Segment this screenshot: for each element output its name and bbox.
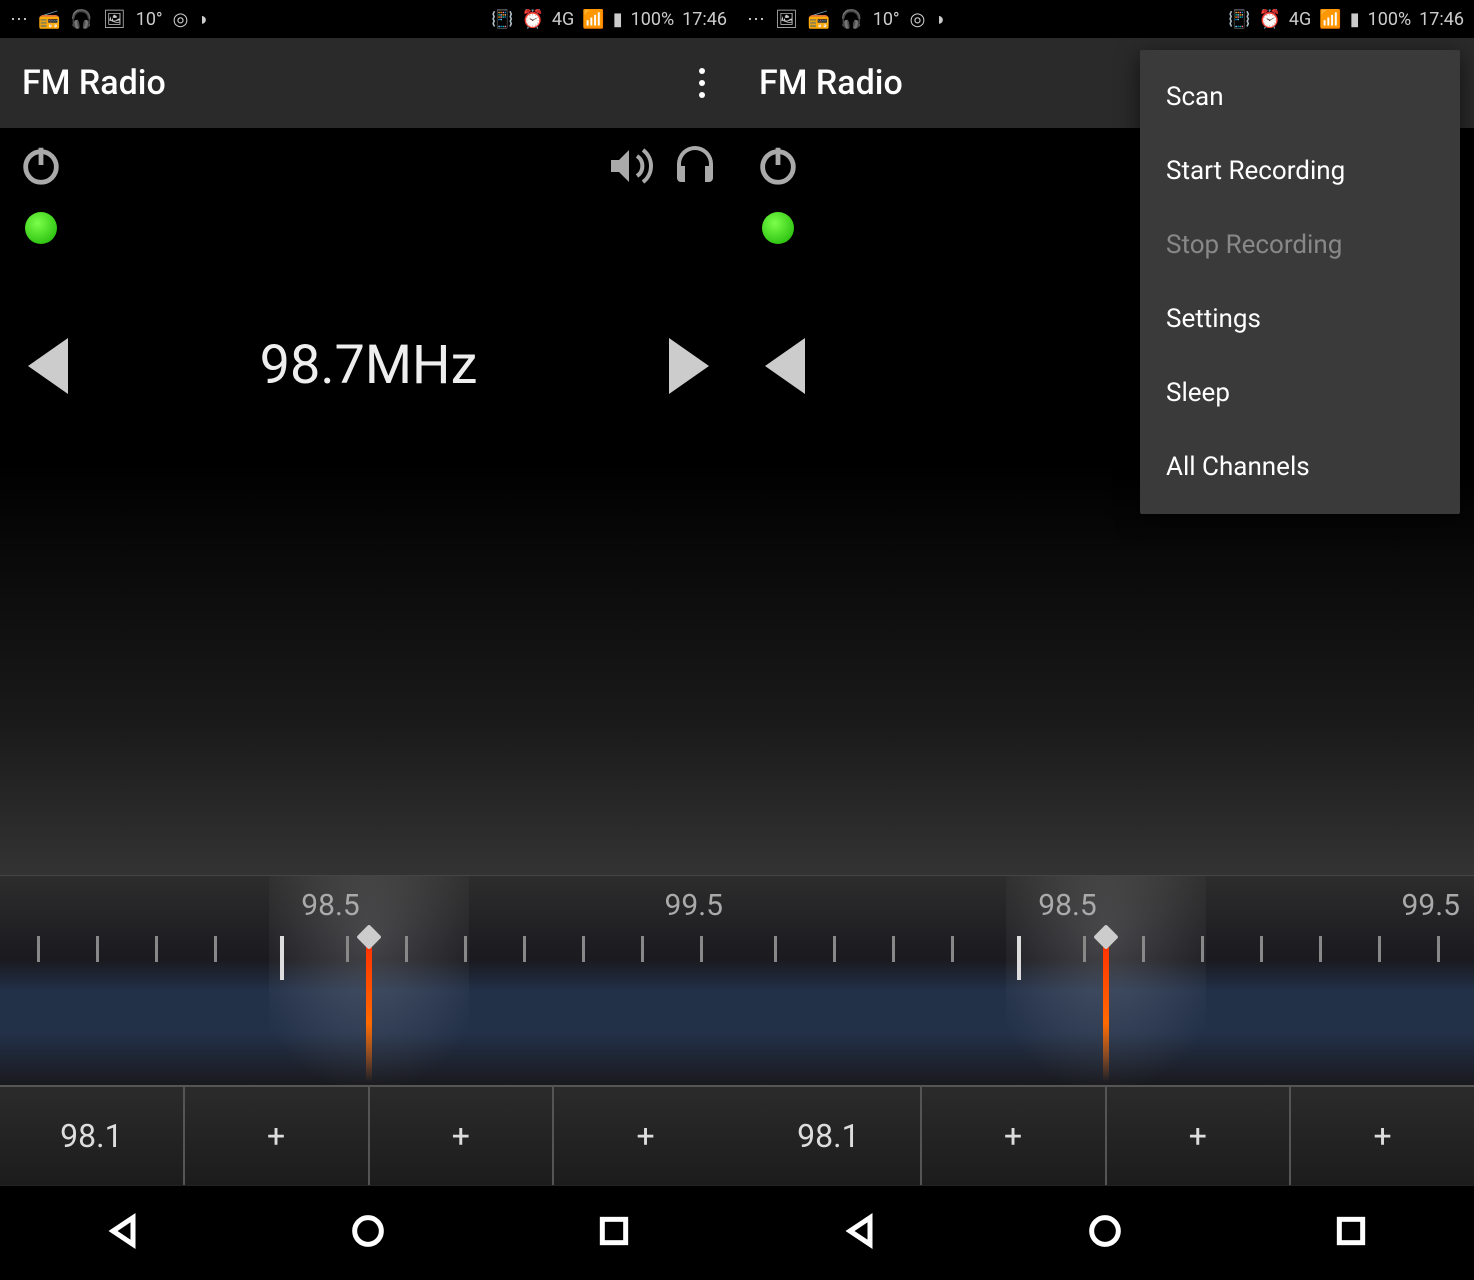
battery-percent: 100% (1368, 9, 1412, 30)
prev-station-button[interactable] (28, 338, 68, 394)
notification-icon: ⋯ (747, 9, 765, 30)
recent-apps-button[interactable] (594, 1211, 634, 1255)
frequency-display: 98.7MHz (260, 334, 478, 397)
battery-percent: 100% (631, 9, 675, 30)
tuner-dial[interactable]: 98.5 99.5 (737, 875, 1474, 1085)
headphone-button[interactable] (671, 142, 719, 194)
instagram-icon: ◎ (910, 9, 926, 30)
tuner-dial[interactable]: 98.5 99.5 (0, 875, 737, 1085)
dial-label-center: 98.5 (1038, 888, 1097, 923)
record-indicator (25, 212, 57, 244)
menu-sleep[interactable]: Sleep (1140, 356, 1460, 430)
status-bar: ⋯ 📻 🎧 🖼 10° ◎ ◗ 📳 ⏰ 4G 📶 ▮ 100% 17:46 (0, 0, 737, 38)
preset-1[interactable]: 98.1 (737, 1087, 922, 1185)
alarm-icon: ⏰ (1258, 9, 1280, 30)
instagram-icon: ◎ (173, 9, 189, 30)
menu-start-recording[interactable]: Start Recording (1140, 134, 1460, 208)
app-icon: ◗ (198, 9, 209, 30)
signal-4g-icon: 4G (552, 9, 574, 30)
preset-row: 98.1 + + + (0, 1085, 737, 1185)
back-button[interactable] (840, 1211, 880, 1255)
home-button[interactable] (1085, 1211, 1125, 1255)
preset-2[interactable]: + (185, 1087, 370, 1185)
signal-icon: 📶 (582, 9, 604, 30)
dial-label-right: 99.5 (665, 888, 724, 923)
dial-label-right: 99.5 (1402, 888, 1461, 923)
menu-settings[interactable]: Settings (1140, 282, 1460, 356)
menu-scan[interactable]: Scan (1140, 60, 1460, 134)
battery-icon: ▮ (1350, 9, 1360, 30)
alarm-icon: ⏰ (521, 9, 543, 30)
power-button[interactable] (755, 142, 801, 192)
radio-icon: 📻 (38, 9, 60, 30)
status-bar: ⋯ 🖼 📻 🎧 10° ◎ ◗ 📳 ⏰ 4G 📶 ▮ 100% 17:46 (737, 0, 1474, 38)
app-bar: FM Radio (0, 38, 737, 128)
preset-4[interactable]: + (1291, 1087, 1474, 1185)
headphone-icon: 🎧 (840, 9, 862, 30)
preset-3[interactable]: + (1107, 1087, 1292, 1185)
prev-station-button[interactable] (765, 338, 805, 394)
preset-3[interactable]: + (370, 1087, 555, 1185)
dial-needle (366, 934, 372, 1082)
clock: 17:46 (682, 9, 727, 30)
next-station-button[interactable] (669, 338, 709, 394)
dial-label-center: 98.5 (301, 888, 360, 923)
headphone-icon: 🎧 (70, 9, 92, 30)
app-icon: ◗ (935, 9, 946, 30)
preset-2[interactable]: + (922, 1087, 1107, 1185)
screen-right: ⋯ 🖼 📻 🎧 10° ◎ ◗ 📳 ⏰ 4G 📶 ▮ 100% 17:46 FM… (737, 0, 1474, 1280)
radio-icon: 📻 (808, 9, 830, 30)
record-indicator (762, 212, 794, 244)
recent-apps-button[interactable] (1331, 1211, 1371, 1255)
home-button[interactable] (348, 1211, 388, 1255)
overflow-menu: Scan Start Recording Stop Recording Sett… (1140, 50, 1460, 514)
nav-bar (0, 1185, 737, 1280)
main-area: 98.7MHz (0, 128, 737, 875)
menu-stop-recording: Stop Recording (1140, 208, 1460, 282)
power-button[interactable] (18, 142, 64, 192)
battery-icon: ▮ (613, 9, 623, 30)
signal-icon: 📶 (1319, 9, 1341, 30)
image-icon: 🖼 (775, 9, 798, 30)
back-button[interactable] (103, 1211, 143, 1255)
nav-bar (737, 1185, 1474, 1280)
weather-temp: 10° (136, 9, 163, 30)
app-title: FM Radio (759, 63, 903, 103)
vibrate-icon: 📳 (491, 9, 513, 30)
clock: 17:46 (1419, 9, 1464, 30)
image-icon: 🖼 (103, 9, 126, 30)
signal-4g-icon: 4G (1289, 9, 1311, 30)
overflow-menu-button[interactable] (689, 58, 715, 108)
notification-icon: ⋯ (10, 9, 28, 30)
dial-needle (1103, 934, 1109, 1082)
app-title: FM Radio (22, 63, 166, 103)
speaker-button[interactable] (605, 142, 653, 194)
preset-1[interactable]: 98.1 (0, 1087, 185, 1185)
menu-all-channels[interactable]: All Channels (1140, 430, 1460, 504)
screen-left: ⋯ 📻 🎧 🖼 10° ◎ ◗ 📳 ⏰ 4G 📶 ▮ 100% 17:46 FM… (0, 0, 737, 1280)
weather-temp: 10° (873, 9, 900, 30)
preset-row: 98.1 + + + (737, 1085, 1474, 1185)
preset-4[interactable]: + (554, 1087, 737, 1185)
vibrate-icon: 📳 (1228, 9, 1250, 30)
